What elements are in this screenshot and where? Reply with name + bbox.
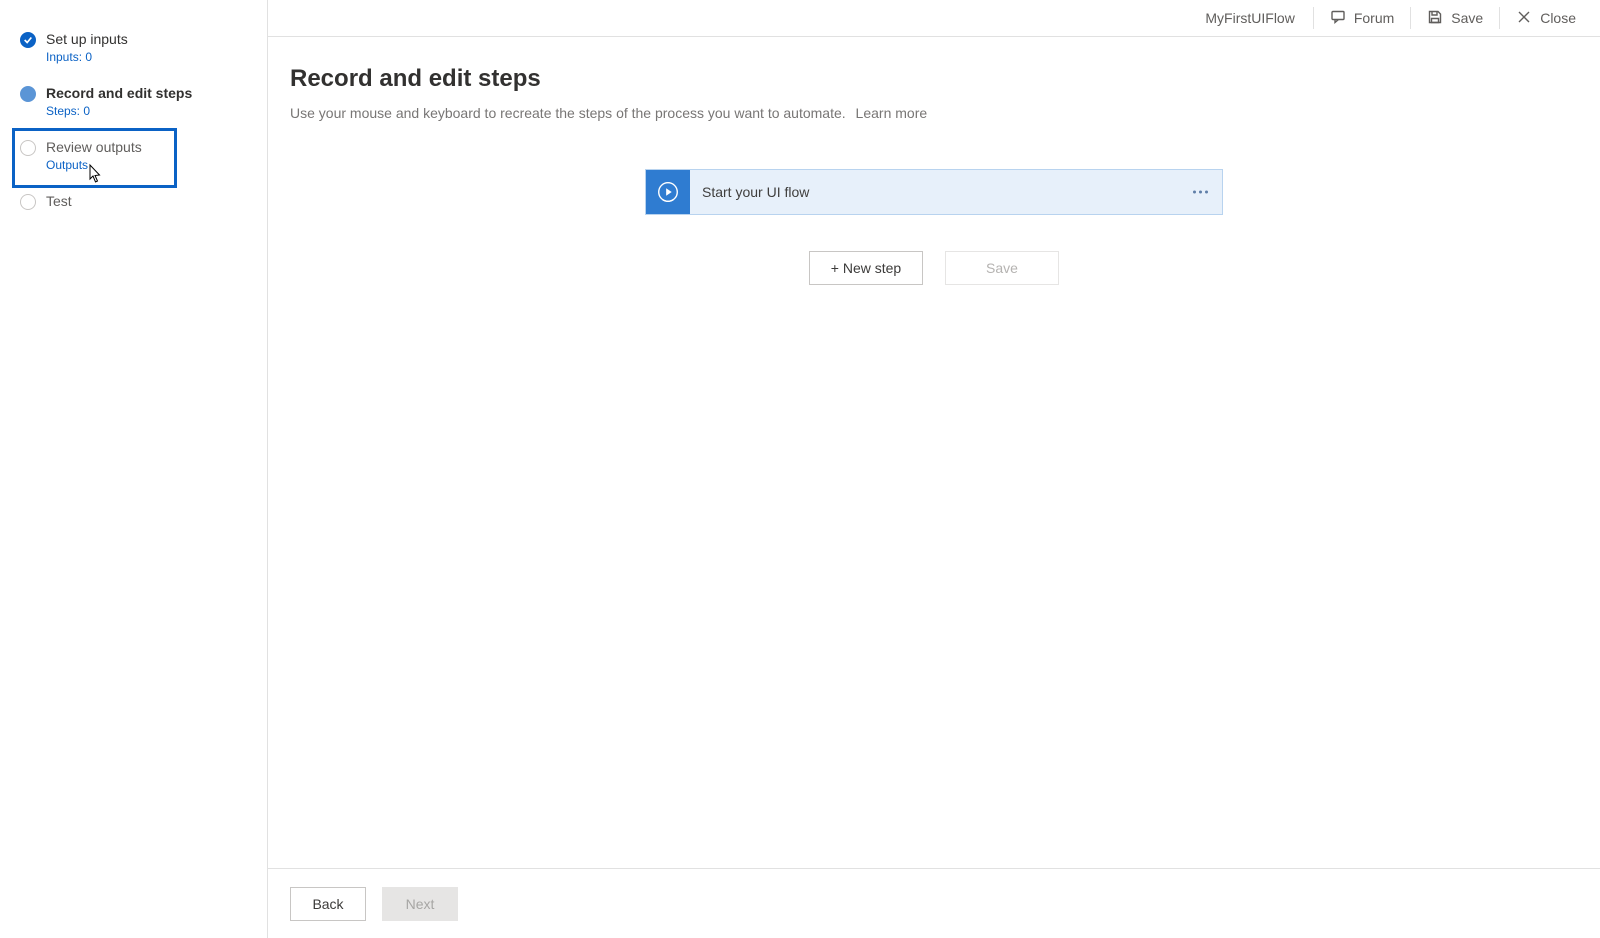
footer: Back Next — [268, 868, 1600, 938]
flow-actions: + New step Save — [809, 251, 1059, 285]
back-button[interactable]: Back — [290, 887, 366, 921]
wizard-step-sub: Steps: 0 — [46, 104, 192, 118]
page-title: Record and edit steps — [290, 65, 1578, 93]
forum-label: Forum — [1354, 10, 1394, 26]
wizard-step-sub: Outputs — [46, 158, 142, 172]
wizard-step-set-up-inputs[interactable]: Set up inputs Inputs: 0 — [16, 22, 267, 72]
wizard-step-test[interactable]: Test — [16, 184, 267, 218]
wizard-step-record-edit[interactable]: Record and edit steps Steps: 0 — [16, 76, 267, 126]
save-button[interactable]: Save — [1415, 3, 1495, 34]
new-step-button[interactable]: + New step — [809, 251, 923, 285]
step-indicator-icon — [20, 194, 36, 210]
sidebar: Set up inputs Inputs: 0 Record and edit … — [0, 0, 268, 938]
wizard-step-label: Set up inputs — [46, 30, 128, 48]
chat-icon — [1330, 9, 1346, 28]
save-label: Save — [1451, 10, 1483, 26]
close-label: Close — [1540, 10, 1576, 26]
main-panel: MyFirstUIFlow Forum Save Close — [268, 0, 1600, 938]
wizard-step-sub: Inputs: 0 — [46, 50, 128, 64]
divider — [1499, 7, 1500, 29]
wizard-step-label: Record and edit steps — [46, 84, 192, 102]
next-button: Next — [382, 887, 458, 921]
page-description: Use your mouse and keyboard to recreate … — [290, 105, 1578, 121]
content-area: Record and edit steps Use your mouse and… — [268, 37, 1600, 868]
close-button[interactable]: Close — [1504, 3, 1588, 34]
divider — [1313, 7, 1314, 29]
play-refresh-icon — [646, 170, 690, 214]
save-icon — [1427, 9, 1443, 28]
topbar: MyFirstUIFlow Forum Save Close — [268, 0, 1600, 37]
flow-name: MyFirstUIFlow — [1191, 10, 1308, 26]
wizard-step-review-outputs[interactable]: Review outputs Outputs — [16, 130, 267, 180]
more-icon[interactable] — [1193, 191, 1208, 194]
learn-more-link[interactable]: Learn more — [856, 105, 928, 121]
flow-canvas: Start your UI flow + New step Save — [290, 169, 1578, 285]
flow-card-start[interactable]: Start your UI flow — [645, 169, 1223, 215]
description-text: Use your mouse and keyboard to recreate … — [290, 105, 846, 121]
checkmark-icon — [20, 32, 36, 48]
wizard-step-label: Test — [46, 192, 72, 210]
wizard-steps-list: Set up inputs Inputs: 0 Record and edit … — [0, 22, 267, 218]
step-indicator-icon — [20, 86, 36, 102]
forum-button[interactable]: Forum — [1318, 3, 1406, 34]
flow-save-button: Save — [945, 251, 1059, 285]
step-indicator-icon — [20, 140, 36, 156]
close-icon — [1516, 9, 1532, 28]
divider — [1410, 7, 1411, 29]
wizard-step-label: Review outputs — [46, 138, 142, 156]
flow-card-title: Start your UI flow — [702, 184, 809, 200]
